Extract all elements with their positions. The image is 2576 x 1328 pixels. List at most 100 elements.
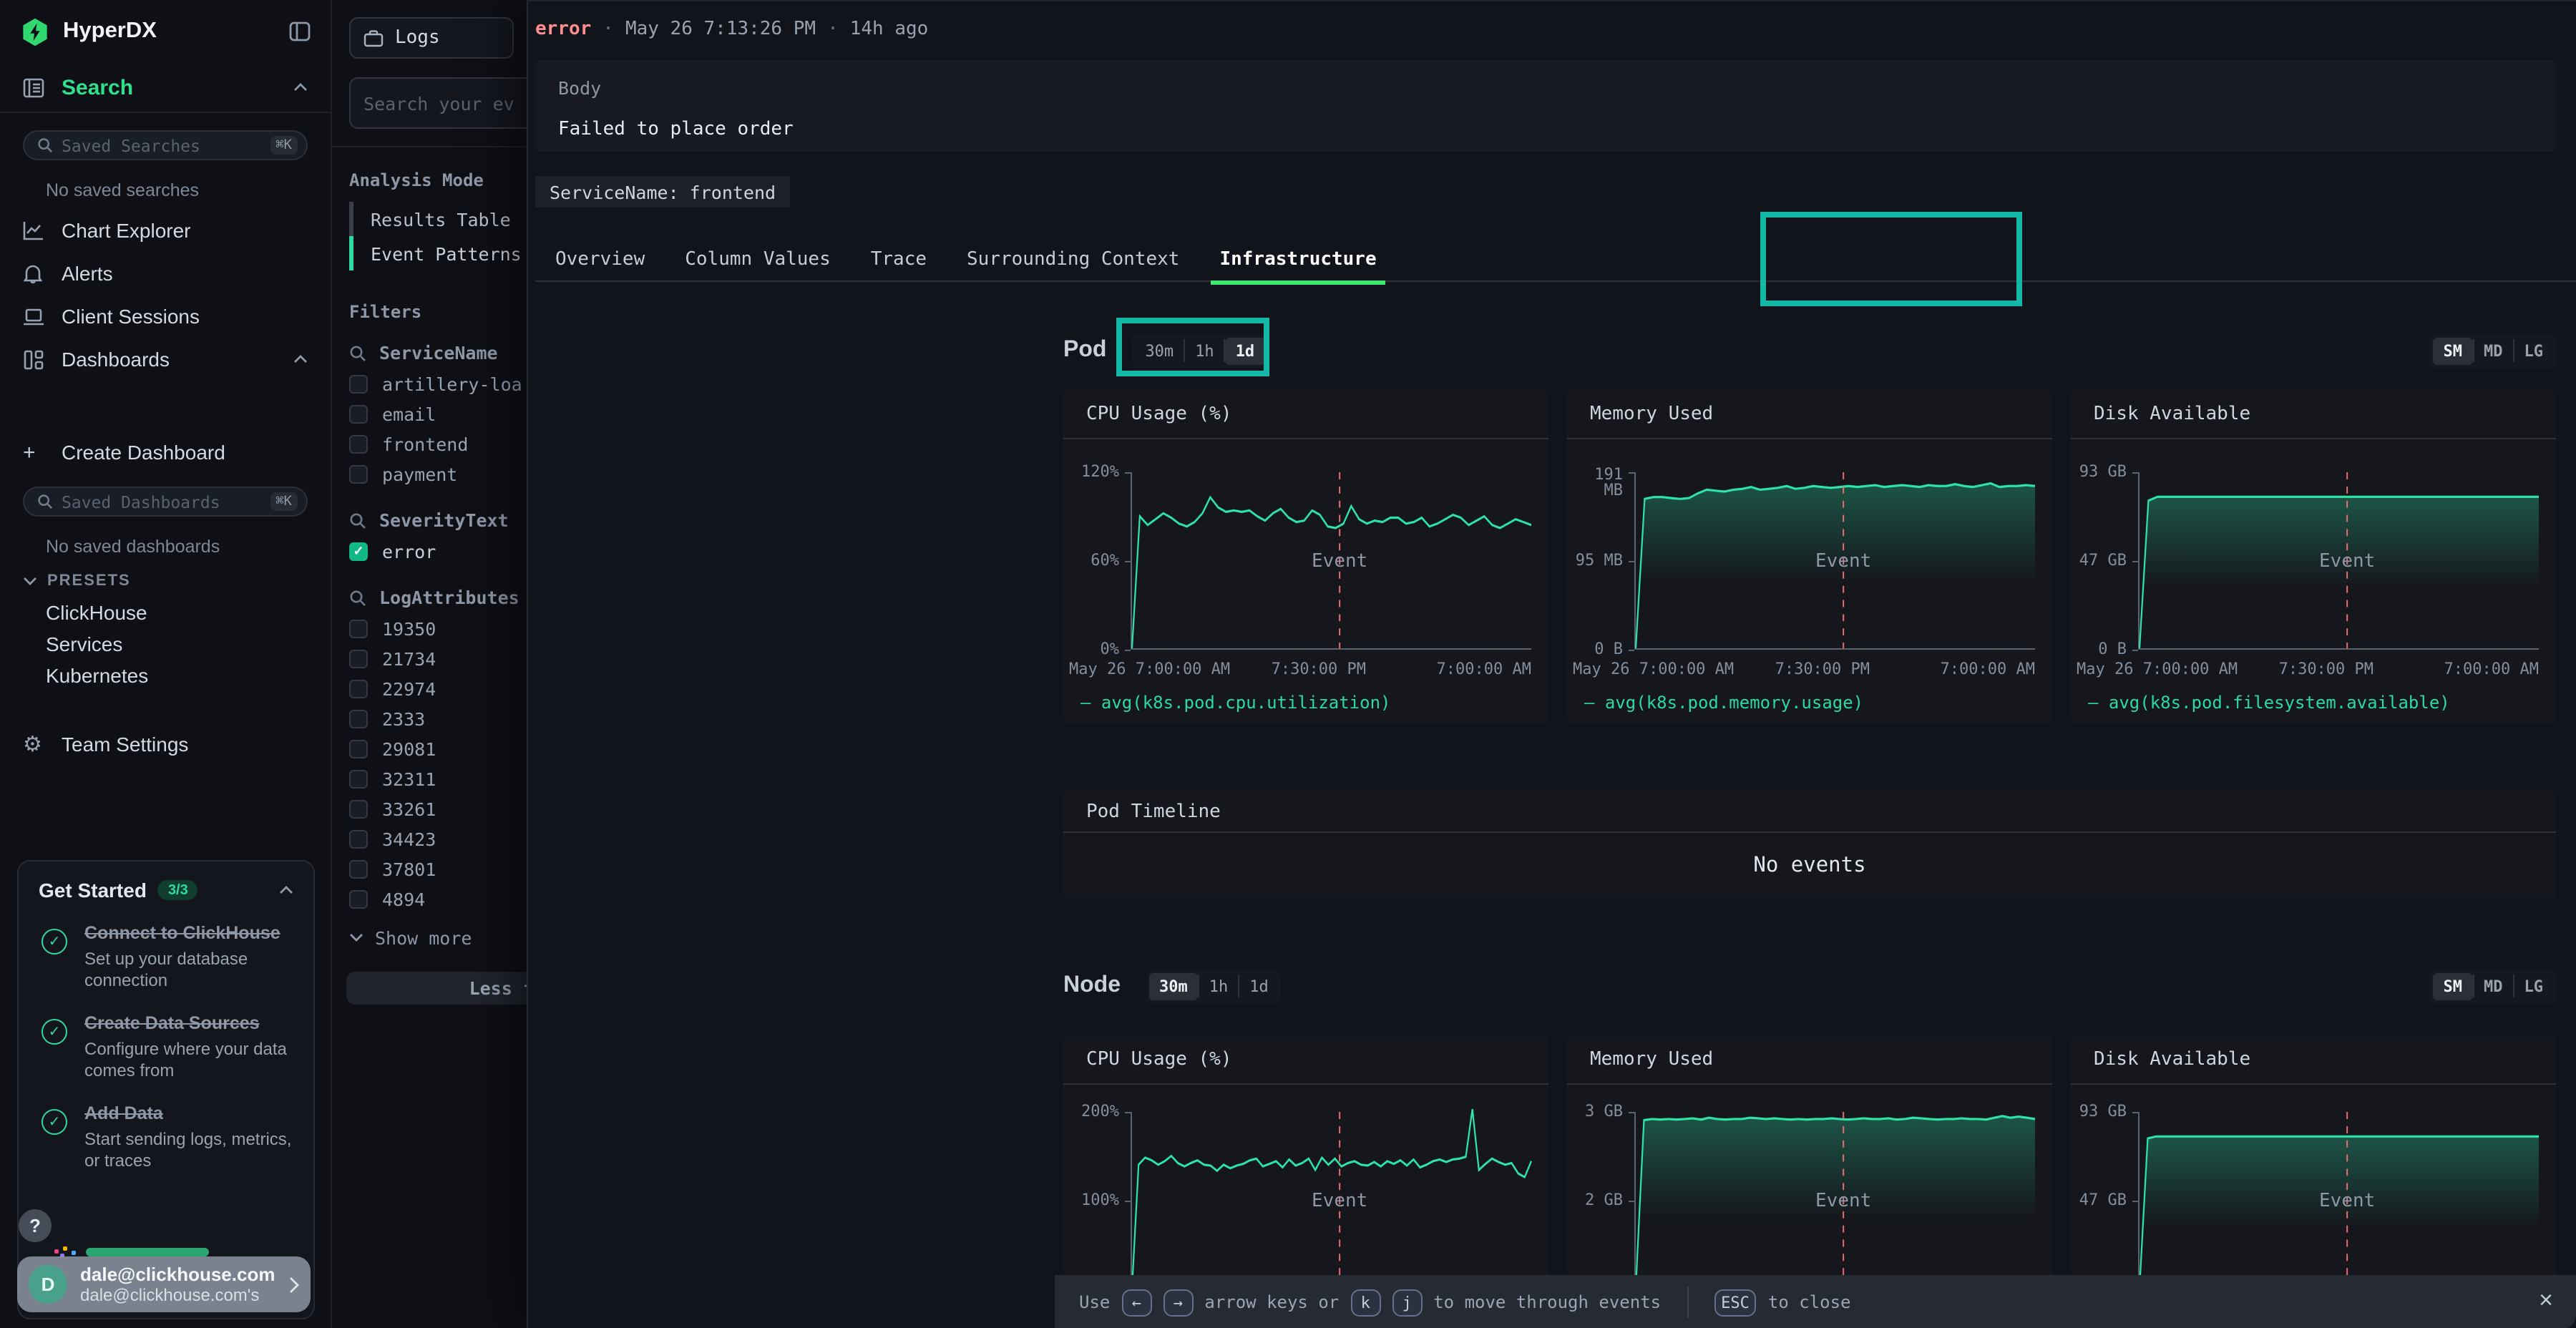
node-size-md[interactable]: MD [2474, 972, 2513, 1000]
user-menu[interactable]: D dale@clickhouse.com dale@clickhouse.co… [17, 1256, 311, 1312]
arrow-right-key[interactable]: → [1163, 1289, 1193, 1316]
get-started-item[interactable]: ✓ Connect to ClickHouse Set up your data… [39, 920, 293, 992]
checkbox[interactable] [349, 710, 368, 728]
event-search-placeholder: Search your ev [364, 92, 514, 114]
tab-overview[interactable]: Overview [535, 237, 665, 281]
pod-range-1d[interactable]: 1d [1226, 337, 1265, 364]
sidebar-item-dashboards[interactable]: Dashboards [0, 338, 331, 381]
esc-key[interactable]: ESC [1714, 1289, 1757, 1316]
y-axis-ticks: 93 GB47 GB0 B [2071, 472, 2138, 650]
tab-infrastructure[interactable]: Infrastructure [1199, 237, 1396, 281]
create-dashboard-label: Create Dashboard [62, 441, 225, 464]
checkbox[interactable] [349, 890, 368, 909]
sidebar-item-chart-explorer[interactable]: Chart Explorer [0, 209, 331, 252]
pod-size-md[interactable]: MD [2474, 337, 2513, 364]
checkbox[interactable] [349, 375, 368, 394]
pod-range-30m[interactable]: 30m [1135, 337, 1184, 364]
detail-tabs: OverviewColumn ValuesTraceSurrounding Co… [535, 238, 2576, 282]
saved-searches-input[interactable]: Saved Searches ⌘K [23, 130, 308, 160]
checkbox[interactable] [349, 650, 368, 668]
app: HyperDX Search [0, 0, 2576, 1328]
sidebar-item-alerts[interactable]: Alerts [0, 252, 331, 295]
checkbox[interactable] [349, 405, 368, 424]
filter-option-error[interactable]: ✓error [349, 537, 528, 567]
preset-kubernetes[interactable]: Kubernetes [0, 660, 331, 691]
tab-trace[interactable]: Trace [851, 237, 947, 281]
pod-size-lg[interactable]: LG [2514, 337, 2554, 364]
analysis-mode-results-table[interactable]: Results Table [349, 202, 528, 236]
preset-clickhouse[interactable]: ClickHouse [0, 597, 331, 628]
filter-option-2333[interactable]: 2333 [349, 704, 528, 734]
collapse-sidebar-icon[interactable] [289, 21, 311, 42]
filter-option-32311[interactable]: 32311 [349, 764, 528, 794]
checkbox[interactable] [349, 800, 368, 819]
checkbox[interactable] [349, 620, 368, 638]
checkbox[interactable] [349, 860, 368, 879]
service-name-tag[interactable]: ServiceName: frontend [535, 176, 790, 208]
filter-option-21734[interactable]: 21734 [349, 644, 528, 674]
filter-option-payment[interactable]: payment [349, 459, 528, 489]
node-section-header: Node 30m1h1d SMMDLG [1063, 966, 2556, 1006]
checkbox-checked[interactable]: ✓ [349, 542, 368, 561]
filter-option-37801[interactable]: 37801 [349, 854, 528, 884]
filter-option-4894[interactable]: 4894 [349, 884, 528, 914]
event-search-input[interactable]: Search your ev [349, 77, 528, 129]
sidebar-item-client-sessions[interactable]: Client Sessions [0, 295, 331, 338]
laptop-icon [23, 307, 46, 326]
checkbox[interactable] [349, 830, 368, 849]
filter-option-33261[interactable]: 33261 [349, 794, 528, 824]
source-select[interactable]: Logs [349, 17, 514, 59]
analysis-mode-event-patterns[interactable]: Event Patterns [349, 236, 528, 270]
magnifier-icon [349, 512, 366, 529]
chevron-up-icon[interactable] [279, 886, 293, 894]
preset-services[interactable]: Services [0, 628, 331, 660]
pod-range-1h[interactable]: 1h [1185, 337, 1224, 364]
close-icon[interactable]: × [2539, 1286, 2553, 1315]
help-button[interactable]: ? [19, 1209, 52, 1242]
chevron-down-icon [349, 933, 364, 942]
chart-legend: — avg(k8s.pod.memory.usage) [1584, 693, 1863, 713]
y-axis-ticks: 200%100% [1063, 1112, 1131, 1289]
get-started-item[interactable]: ✓ Create Data Sources Configure where yo… [39, 1010, 293, 1082]
arrow-left-key[interactable]: ← [1121, 1289, 1151, 1316]
k-key[interactable]: k [1350, 1289, 1380, 1316]
presets-toggle[interactable]: PRESETS [0, 565, 331, 597]
node-range-1d[interactable]: 1d [1239, 972, 1279, 1000]
checkbox[interactable] [349, 435, 368, 454]
filter-option-19350[interactable]: 19350 [349, 614, 528, 644]
saved-dashboards-input[interactable]: Saved Dashboards ⌘K [23, 487, 308, 517]
filter-option-artillery-loa[interactable]: artillery-loa [349, 369, 528, 399]
checkbox[interactable] [349, 770, 368, 788]
chevron-up-icon[interactable] [293, 355, 308, 363]
less-filters-button[interactable]: Less fil [346, 972, 528, 1005]
tab-column-values[interactable]: Column Values [665, 237, 851, 281]
filter-option-email[interactable]: email [349, 399, 528, 429]
show-more-toggle[interactable]: Show more [349, 923, 528, 952]
filter-option-34423[interactable]: 34423 [349, 824, 528, 854]
get-started-item[interactable]: ✓ Add Data Start sending logs, metrics, … [39, 1100, 293, 1172]
node-size-lg[interactable]: LG [2514, 972, 2554, 1000]
event-timestamp: May 26 7:13:26 PM [625, 19, 816, 40]
tab-surrounding-context[interactable]: Surrounding Context [947, 237, 1199, 281]
checkbox[interactable] [349, 740, 368, 758]
node-range-30m[interactable]: 30m [1149, 972, 1198, 1000]
create-dashboard-button[interactable]: + Create Dashboard [0, 435, 331, 469]
brand-row: HyperDX [0, 0, 331, 63]
chevron-up-icon[interactable] [293, 83, 308, 92]
shortcut-badge: ⌘K [270, 492, 298, 511]
node-range-1h[interactable]: 1h [1199, 972, 1239, 1000]
step-desc: Configure where your data comes from [84, 1039, 293, 1082]
chart-title: Disk Available [2094, 404, 2250, 425]
sidebar-item-team-settings[interactable]: ⚙ Team Settings [0, 723, 331, 766]
avatar: D [29, 1265, 67, 1304]
checkbox[interactable] [349, 680, 368, 698]
sidebar: HyperDX Search [0, 0, 332, 1328]
node-size-sm[interactable]: SM [2434, 972, 2473, 1000]
checkbox[interactable] [349, 465, 368, 484]
sidebar-item-search[interactable]: Search [0, 63, 331, 112]
filter-option-22974[interactable]: 22974 [349, 674, 528, 704]
pod-size-sm[interactable]: SM [2434, 337, 2473, 364]
filter-option-29081[interactable]: 29081 [349, 734, 528, 764]
filter-option-frontend[interactable]: frontend [349, 429, 528, 459]
j-key[interactable]: j [1392, 1289, 1422, 1316]
